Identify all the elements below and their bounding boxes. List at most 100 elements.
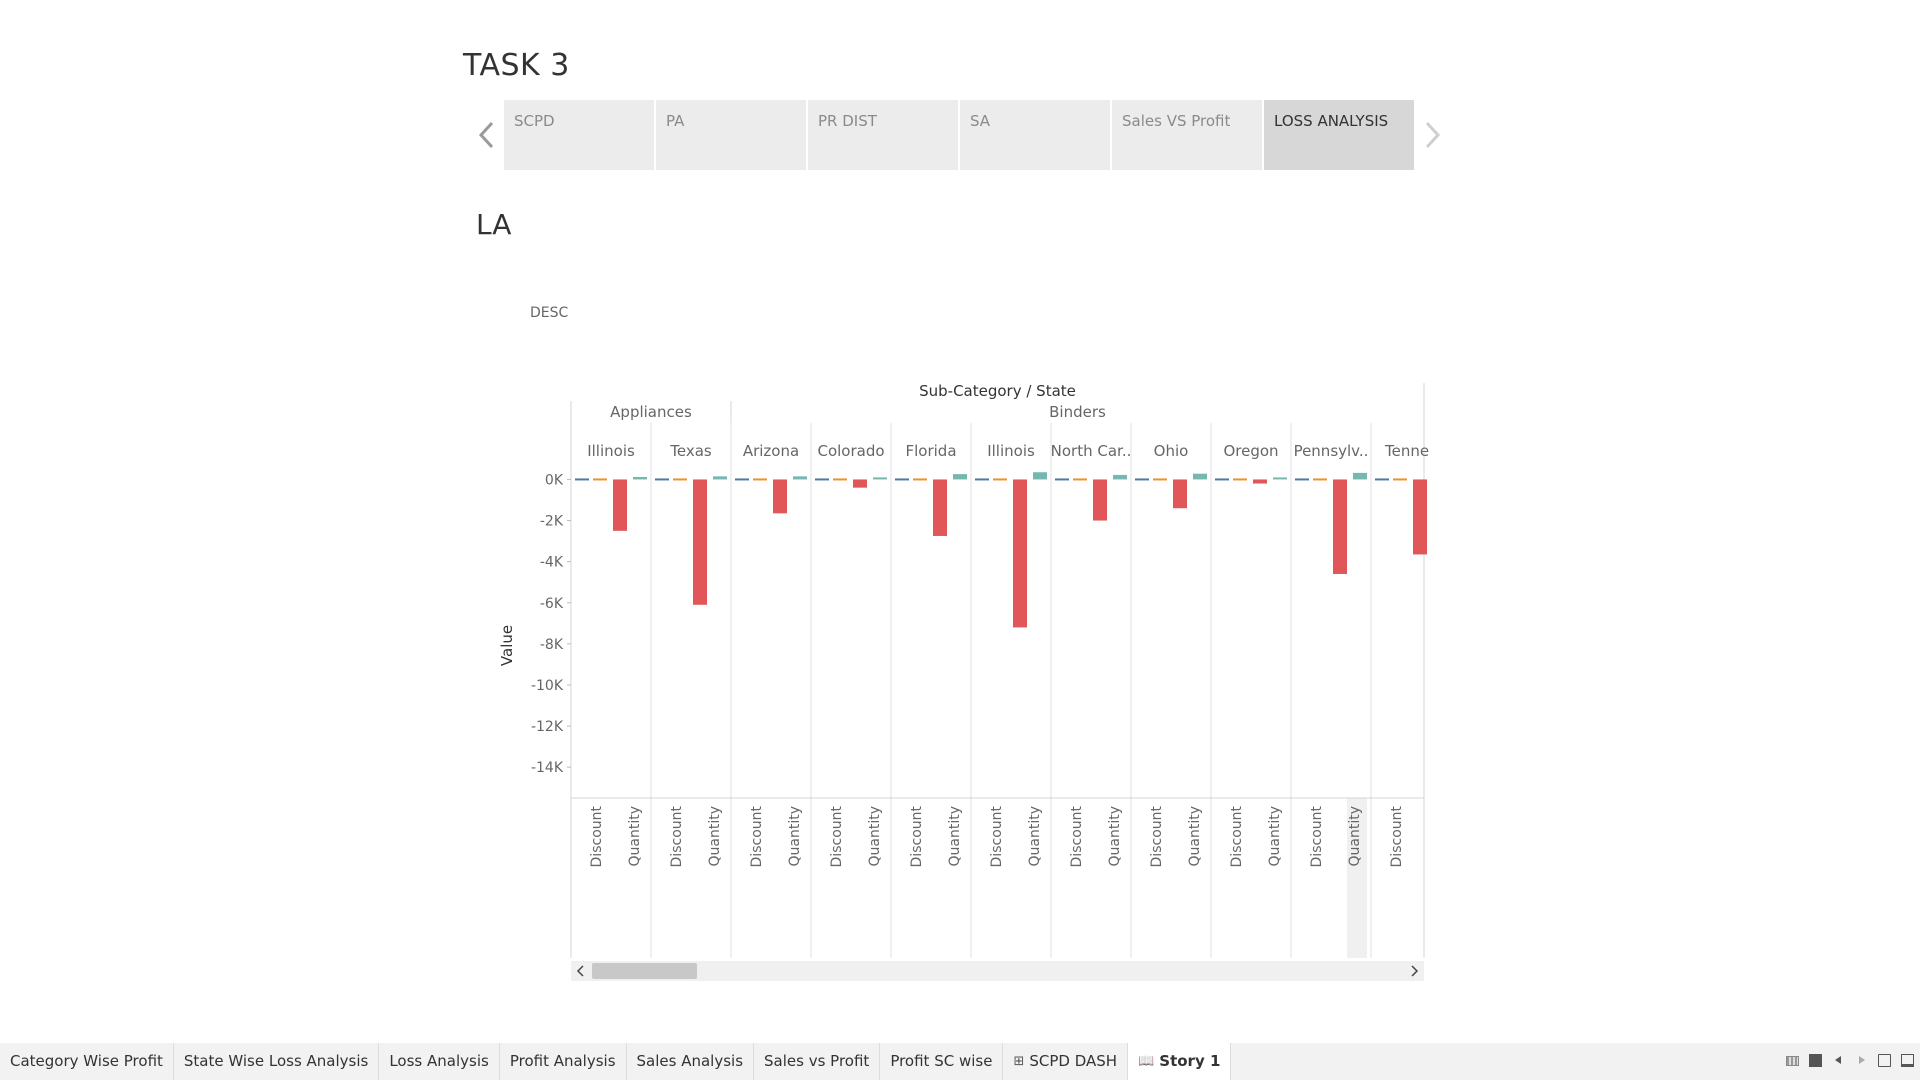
measure-label: Discount [1149,805,1165,867]
measure-label: Quantity [1027,806,1043,867]
y-tick-label: -8K [540,637,564,653]
bar-discount [913,478,927,481]
state-header: Ohio [1154,442,1189,460]
state-header: Oregon [1223,442,1278,460]
bar-profit [1013,479,1027,628]
state-header: Tennes [1384,442,1430,460]
fullscreen-icon[interactable] [1878,1054,1891,1067]
bar-discount [673,478,687,481]
measure-label: Quantity [787,806,803,867]
bar-profit [1093,479,1107,521]
y-tick-label: 0K [545,472,564,488]
bar-discount [1393,478,1407,481]
bar-discount [833,478,847,481]
state-header: Texas [669,442,712,460]
state-header: Illinois [587,442,635,460]
sheet-tab-label: Story 1 [1159,1052,1221,1070]
measure-label: Quantity [1107,806,1123,867]
sheet-description: DESC [530,305,569,321]
sheet-sorter-icon[interactable] [1809,1054,1822,1067]
view-controls [1786,1054,1914,1067]
y-axis-title: Value [498,625,516,666]
measure-label: Discount [669,805,685,867]
y-tick-label: -12K [531,719,564,735]
sheet-tab-label: Category Wise Profit [10,1052,163,1070]
bar-sales [655,478,669,481]
bar-sales [1215,478,1229,481]
story-point-sales-vs-profit[interactable]: Sales VS Profit [1112,100,1262,170]
state-header: North Car.. [1051,442,1132,460]
chart-header-title: Sub-Category / State [919,382,1076,400]
story-point-sa[interactable]: SA [960,100,1110,170]
sheet-tab-loss-analysis[interactable]: Loss Analysis [379,1043,500,1080]
filmstrip-view-icon[interactable] [1786,1055,1799,1066]
story-point-scpd[interactable]: SCPD [504,100,654,170]
bar-quantity [1113,474,1127,480]
subcategory-header: Appliances [610,403,692,421]
measure-label: Quantity [1187,806,1203,867]
bar-sales [1295,478,1309,481]
chevron-right-icon [1425,121,1441,149]
bar-profit [1333,479,1347,574]
previous-sheet-icon[interactable] [1832,1054,1845,1067]
loss-analysis-chart: Sub-Category / State Appliances Binders Ill… [498,382,1430,981]
dashboard-icon: ⊞ [1013,1054,1025,1069]
sheet-tab-label: Loss Analysis [389,1052,489,1070]
bar-sales [735,478,749,481]
story-point-pa[interactable]: PA [656,100,806,170]
measure-label: Discount [1309,805,1325,867]
bar-discount [593,478,607,481]
state-header: Colorado [817,442,884,460]
presentation-mode-icon[interactable] [1901,1054,1914,1067]
bar-profit [933,479,947,536]
sheet-tab-sales-analysis[interactable]: Sales Analysis [627,1043,755,1080]
bar-discount [753,478,767,481]
measure-label: Discount [989,805,1005,867]
measure-label: Discount [909,805,925,867]
sheet-tab-scpd-dash[interactable]: ⊞ SCPD DASH [1003,1043,1129,1080]
bar-quantity [953,474,967,480]
sheet-tab-profit-analysis[interactable]: Profit Analysis [500,1043,627,1080]
sheet-tab-category-wise-profit[interactable]: Category Wise Profit [0,1043,174,1080]
sheet-tab-profit-sc-wise[interactable]: Profit SC wise [880,1043,1004,1080]
prev-story-point-button[interactable] [475,118,499,152]
measure-label: Quantity [1267,806,1283,867]
y-tick-label: -10K [531,678,564,694]
state-header: Illinois [987,442,1035,460]
sheet-tab-label: State Wise Loss Analysis [183,1052,369,1070]
y-tick-label: -14K [531,760,564,776]
state-header: Florida [905,442,956,460]
story-title: TASK 3 [463,48,570,83]
bar-profit [773,479,787,514]
y-tick-label: -4K [540,555,564,571]
sheet-tab-label: Profit Analysis [509,1052,616,1070]
story-book-icon: 📖 [1138,1054,1155,1069]
story-point-navigator: SCPD PA PR DIST SA Sales VS Profit LOSS … [504,100,1414,170]
bar-sales [1055,478,1069,481]
bar-quantity [633,476,647,480]
story-point-pr-dist[interactable]: PR DIST [808,100,958,170]
scrollbar-thumb [592,963,697,979]
bar-profit [1173,479,1187,509]
bar-quantity [1193,473,1207,480]
next-story-point-button[interactable] [1420,118,1444,152]
bar-discount [1313,478,1327,481]
y-tick-label: -6K [540,596,564,612]
story-point-loss-analysis[interactable]: LOSS ANALYSIS [1264,100,1414,170]
measure-label: Quantity [627,806,643,867]
next-sheet-icon[interactable] [1855,1054,1868,1067]
measure-label: Discount [1069,805,1085,867]
bar-quantity [1273,477,1287,480]
y-tick-label: -2K [540,514,564,530]
bar-discount [1073,478,1087,481]
subcategory-header: Binders [1049,403,1106,421]
measure-label: Quantity [947,806,963,867]
sheet-tab-story-1[interactable]: 📖 Story 1 [1128,1043,1232,1080]
sheet-tab-sales-vs-profit[interactable]: Sales vs Profit [754,1043,881,1080]
sheet-tab-state-wise-loss-analysis[interactable]: State Wise Loss Analysis [174,1043,380,1080]
bar-profit [853,479,867,488]
state-header: Pennsylv.. [1294,442,1369,460]
story-workspace: TASK 3 SCPD PA PR DIST SA Sales VS Profi… [0,0,1920,1080]
measure-label: Quantity [707,806,723,867]
sheet-tab-bar: Category Wise Profit State Wise Loss Ana… [0,1043,1920,1080]
